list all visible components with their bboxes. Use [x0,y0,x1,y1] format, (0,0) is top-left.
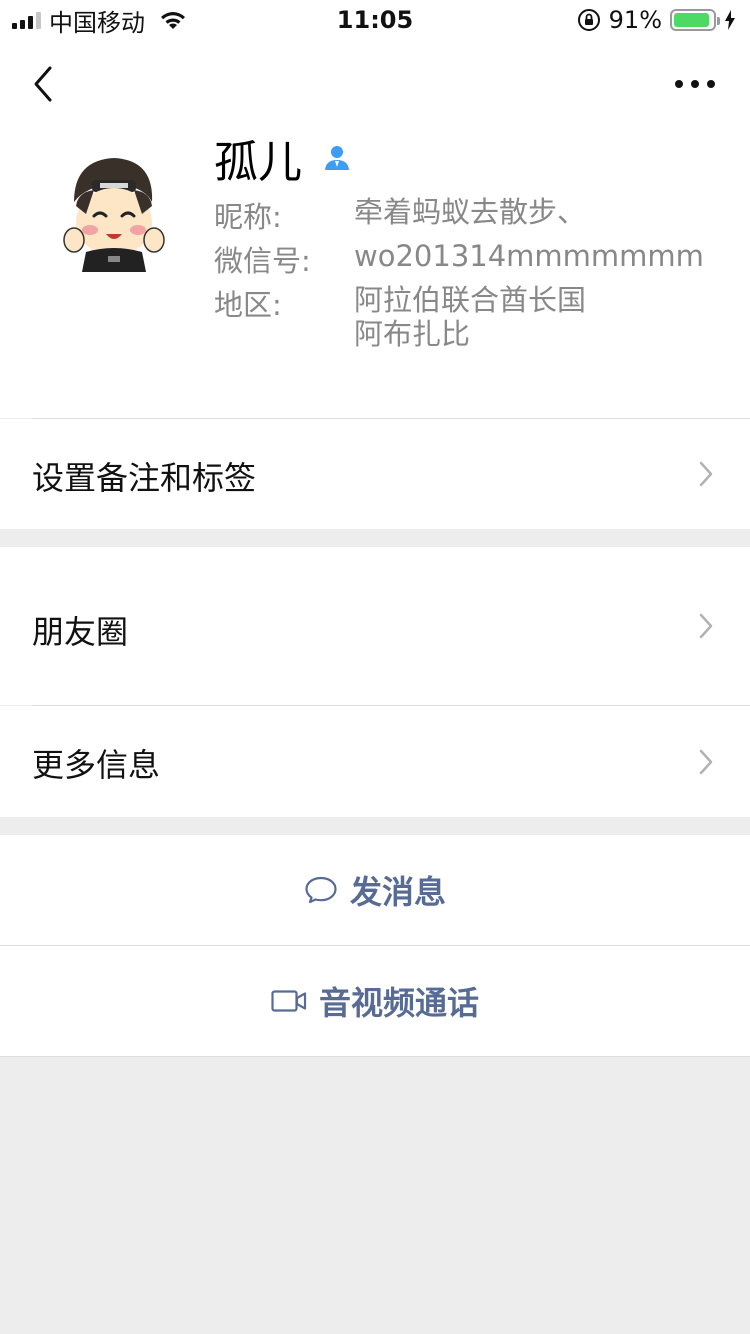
send-message-label: 发消息 [349,873,446,911]
chevron-right-icon [699,749,713,775]
profile-header: 孤儿 昵称: 牵着蚂蚁去散步、 微信号: wo201314mmmmmmm 地区:… [0,128,750,418]
wechat-id-label: 微信号: [214,244,311,278]
back-button[interactable] [28,62,62,106]
remark-tags-label: 设置备注和标签 [32,459,257,497]
moments-label: 朋友圈 [32,613,129,651]
voice-video-call-button[interactable]: 音视频通话 [0,946,750,1056]
chevron-left-icon [34,66,52,102]
divider [0,1056,750,1057]
more-dots-icon [675,80,683,88]
battery-percent: 91% [608,6,662,34]
rotation-lock-icon [577,9,600,31]
battery-icon [670,9,720,31]
name-row: 孤儿 [214,130,352,188]
voice-video-call-label: 音视频通话 [318,984,479,1022]
status-right: 91% [577,6,736,34]
video-camera-icon [271,990,307,1012]
avatar-cartoon-image [48,144,176,272]
region-value-line2: 阿布扎比 [354,317,471,351]
moments-row[interactable]: 朋友圈 [0,547,750,705]
charging-bolt-icon [725,10,735,30]
nav-bar [0,40,750,128]
region-value-line1: 阿拉伯联合酋长国 [354,283,587,317]
remark-tags-row[interactable]: 设置备注和标签 [0,419,750,529]
more-info-row[interactable]: 更多信息 [0,706,750,817]
region-label: 地区: [214,288,282,322]
wechat-id-value: wo201314mmmmmmm [354,239,704,273]
nickname-label: 昵称: [214,200,282,234]
send-message-button[interactable]: 发消息 [0,835,750,945]
battery-fill [674,13,709,27]
chevron-right-icon [699,461,713,487]
status-bar: 中国移动 11:05 91% [0,0,750,40]
chat-bubble-icon [305,876,337,904]
chevron-right-icon [699,613,713,639]
more-button[interactable] [670,70,720,98]
nickname-value: 牵着蚂蚁去散步、 [354,195,587,229]
contact-name: 孤儿 [214,137,302,188]
avatar[interactable] [48,144,176,272]
contact-person-icon [325,146,349,170]
more-info-label: 更多信息 [32,746,161,784]
